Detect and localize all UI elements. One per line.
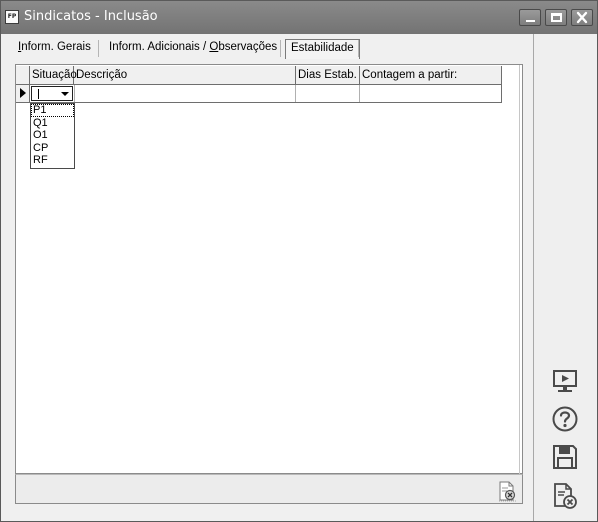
tab-separator	[358, 40, 359, 57]
minimize-icon	[526, 20, 535, 22]
cancel-document-icon[interactable]	[551, 482, 579, 510]
tab-estabilidade-label: Estabilidade	[291, 42, 354, 54]
dropdown-arrow-icon[interactable]	[61, 92, 69, 96]
help-icon[interactable]	[551, 405, 579, 433]
dropdown-option[interactable]: RF	[31, 154, 74, 167]
maximize-button[interactable]	[545, 9, 567, 26]
close-icon	[576, 11, 588, 24]
situacao-combo[interactable]	[31, 86, 73, 101]
grid-right-edge	[519, 65, 520, 475]
column-header-contagem[interactable]: Contagem a partir:	[360, 66, 502, 85]
tab-separator	[98, 40, 99, 57]
preview-icon[interactable]	[551, 367, 579, 395]
cell-descricao[interactable]	[74, 85, 296, 102]
tab-inform-gerais-label: nform. Gerais	[21, 41, 91, 53]
app-icon[interactable]: FP	[5, 10, 19, 24]
grid-corner	[16, 66, 30, 85]
window: FP Sindicatos - Inclusão Inform. Gerais …	[0, 0, 598, 522]
current-row-arrow-icon	[20, 88, 26, 98]
tab-inform-adicionais-mnemonic: O	[209, 41, 219, 53]
stability-grid-panel: Situação Descrição Dias Estab. Contagem …	[15, 64, 523, 475]
minimize-button[interactable]	[519, 9, 541, 26]
tab-separator	[280, 40, 281, 57]
dropdown-option[interactable]: O1	[31, 129, 74, 142]
row-indicator	[16, 85, 30, 102]
status-bar	[15, 474, 523, 504]
column-header-situacao[interactable]: Situação	[30, 66, 77, 85]
grid-header: Situação Descrição Dias Estab. Contagem …	[16, 66, 502, 85]
column-header-dias-estab[interactable]: Dias Estab.	[296, 66, 360, 85]
dropdown-option[interactable]: Q1	[31, 117, 74, 130]
save-icon[interactable]	[551, 443, 579, 471]
table-row[interactable]	[16, 85, 502, 103]
window-title: Sindicatos - Inclusão	[24, 9, 158, 24]
tab-inform-gerais[interactable]: Inform. Gerais	[12, 37, 97, 59]
column-header-descricao[interactable]: Descrição	[74, 66, 296, 85]
dropdown-option[interactable]: P1	[31, 104, 74, 117]
close-button[interactable]	[571, 9, 593, 26]
tab-inform-adicionais[interactable]: Inform. Adicionais / Observações	[103, 37, 283, 59]
dropdown-option[interactable]: CP	[31, 142, 74, 155]
maximize-icon	[551, 13, 562, 22]
delete-record-icon[interactable]	[497, 480, 517, 502]
side-toolbar	[533, 34, 597, 521]
tab-estabilidade[interactable]: Estabilidade	[285, 39, 360, 59]
cell-dias-estab[interactable]	[296, 85, 360, 102]
situacao-dropdown-list[interactable]: P1 Q1 O1 CP RF	[30, 103, 75, 169]
title-bar[interactable]: FP Sindicatos - Inclusão	[1, 1, 597, 34]
tab-inform-adicionais-label-rest: bservações	[218, 41, 278, 53]
text-caret	[38, 89, 39, 99]
tab-inform-adicionais-label-pre: Inform. Adicionais /	[109, 41, 210, 53]
cell-contagem[interactable]	[360, 85, 502, 102]
